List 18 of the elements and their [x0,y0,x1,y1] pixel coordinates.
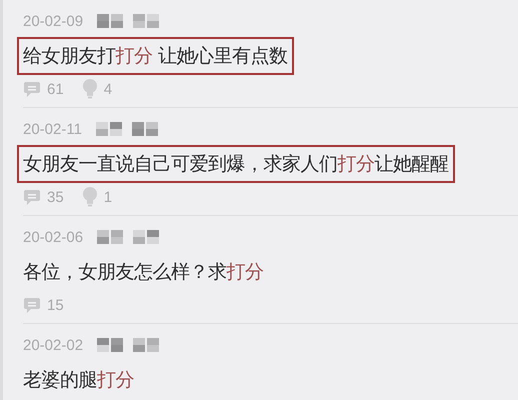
stat-count: 1 [104,188,112,206]
post-title[interactable]: 给女朋友打打分 让她心里有点数 [17,37,294,75]
comment-icon [23,80,41,98]
post-date: 20-02-06 [23,228,84,246]
lightbulb-icon [82,79,98,99]
post-date: 20-02-11 [23,120,82,138]
stat-count: 4 [104,80,112,98]
post-title[interactable]: 各位，女朋友怎么样？求打分 [17,253,270,291]
stat-count: 61 [47,80,64,98]
stat-count: 15 [47,296,64,314]
post-title[interactable]: 女朋友一直说自己可爱到爆，求家人们打分让她醒醒 [17,145,454,183]
stat-count: 35 [47,188,64,206]
comment-icon [23,296,41,314]
post-date: 20-02-09 [23,12,84,30]
comment-icon [23,188,41,206]
lightbulb-icon [82,187,98,207]
post-date: 20-02-02 [23,336,84,354]
post-title[interactable]: 老婆的腿打分 [17,361,140,399]
